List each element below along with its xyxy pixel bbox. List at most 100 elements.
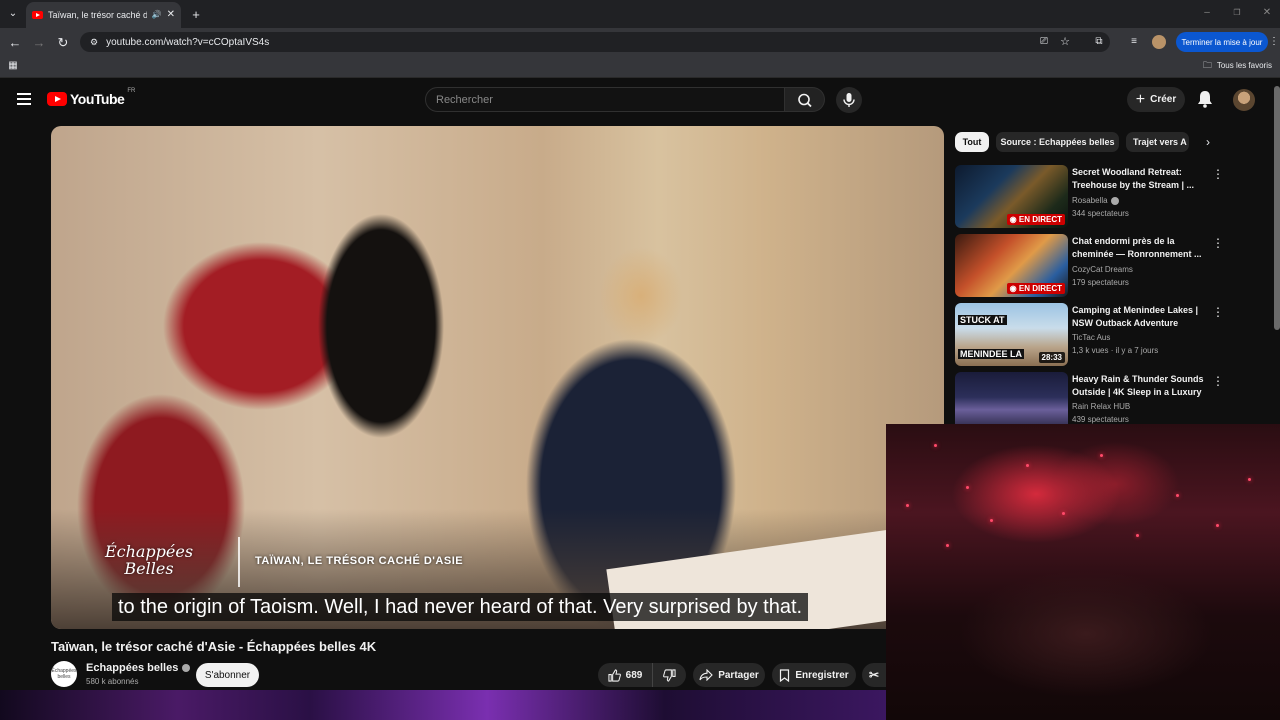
more-options-icon[interactable]: ⋮ bbox=[1212, 236, 1224, 250]
search-icon bbox=[798, 93, 812, 108]
recommendation-thumbnail[interactable]: STUCK AT MENINDEE LA 28:33 bbox=[955, 303, 1068, 366]
bookmark-star-icon[interactable]: ☆ bbox=[1059, 36, 1071, 48]
profile-avatar[interactable] bbox=[1152, 35, 1166, 49]
save-button[interactable]: Enregistrer bbox=[772, 663, 856, 687]
fairy-light bbox=[1026, 464, 1029, 467]
account-avatar[interactable] bbox=[1233, 89, 1255, 111]
notifications-bell-icon[interactable] bbox=[1196, 89, 1214, 109]
bookmarks-bar bbox=[0, 56, 1280, 78]
fairy-light bbox=[906, 504, 909, 507]
update-button[interactable]: Terminer la mise à jour bbox=[1176, 32, 1268, 52]
folder-icon: 🗀 bbox=[1202, 60, 1212, 70]
reading-list-icon[interactable]: ≡ bbox=[1128, 36, 1140, 48]
reload-icon[interactable]: ↻ bbox=[56, 35, 70, 49]
tab-close-icon[interactable]: ✕ bbox=[167, 10, 175, 20]
share-arrow-icon bbox=[699, 669, 713, 681]
show-logo: Échappées Belles bbox=[94, 543, 204, 579]
clip-button[interactable]: ✂ bbox=[862, 663, 886, 687]
browser-menu-icon[interactable]: ⋮ bbox=[1269, 36, 1279, 48]
all-bookmarks-folder[interactable]: 🗀 Tous les favoris bbox=[1202, 60, 1272, 71]
bookmark-icon bbox=[780, 668, 790, 682]
recommendation-meta: 344 spectateurs bbox=[1072, 209, 1129, 218]
search-field[interactable] bbox=[425, 87, 785, 112]
recommendation-channel[interactable]: CozyCat Dreams bbox=[1072, 265, 1133, 274]
window-close-icon[interactable]: ✕ bbox=[1262, 8, 1272, 18]
dislike-button[interactable] bbox=[653, 663, 686, 687]
apps-grid-icon[interactable]: ▦ bbox=[8, 61, 18, 71]
site-info-icon[interactable]: ⚙ bbox=[90, 37, 98, 47]
fairy-light bbox=[1248, 478, 1251, 481]
more-options-icon[interactable]: ⋮ bbox=[1212, 374, 1224, 388]
share-button[interactable]: Partager bbox=[693, 663, 765, 687]
recommendation-channel-label: Rain Relax HUB bbox=[1072, 402, 1131, 411]
fairy-light bbox=[990, 519, 993, 522]
chip-all[interactable]: Tout bbox=[955, 132, 989, 152]
new-tab-icon[interactable]: + bbox=[190, 8, 202, 21]
youtube-favicon-icon bbox=[32, 11, 43, 19]
live-badge: ◉ EN DIRECT bbox=[1006, 214, 1065, 225]
minimize-icon[interactable]: – bbox=[1202, 8, 1212, 18]
fairy-light bbox=[1062, 512, 1065, 515]
chevron-right-icon[interactable]: › bbox=[1200, 134, 1216, 150]
menu-icon[interactable] bbox=[17, 93, 31, 105]
live-badge-text: EN DIRECT bbox=[1018, 215, 1062, 224]
search-button[interactable] bbox=[785, 87, 825, 112]
recommendation-channel-label: Rosabella bbox=[1072, 196, 1108, 205]
chip-trajet[interactable]: Trajet vers A bbox=[1126, 132, 1189, 152]
like-count: 689 bbox=[625, 669, 643, 681]
recommendation-channel[interactable]: Rain Relax HUB bbox=[1072, 402, 1130, 411]
recommendation-title[interactable]: Chat endormi près de la cheminée — Ronro… bbox=[1072, 235, 1204, 261]
recommendation-thumbnail[interactable]: ◉ EN DIRECT bbox=[955, 234, 1068, 297]
recommendation-meta: 1,3 k vues · il y a 7 jours bbox=[1072, 346, 1159, 355]
verified-icon bbox=[182, 664, 191, 672]
verified-icon bbox=[1110, 196, 1119, 205]
install-app-icon[interactable]: ⎚ bbox=[1038, 36, 1050, 48]
fairy-light bbox=[934, 444, 937, 447]
recommendation-channel[interactable]: Rosabella bbox=[1072, 196, 1119, 205]
search-input[interactable] bbox=[436, 93, 784, 106]
thumbs-down-icon bbox=[663, 668, 676, 682]
recommendation-title[interactable]: Heavy Rain & Thunder Sounds Outside | 4K… bbox=[1072, 373, 1204, 399]
live-badge: ◉ EN DIRECT bbox=[1006, 283, 1065, 294]
channel-avatar[interactable]: Échappées belles bbox=[51, 661, 77, 687]
recommendation-title[interactable]: Camping at Menindee Lakes | NSW Outback … bbox=[1072, 304, 1204, 330]
tab-search-icon[interactable]: ⌄ bbox=[6, 7, 20, 21]
speaker-icon[interactable]: 🔊 bbox=[152, 11, 162, 19]
share-label: Partager bbox=[718, 669, 759, 681]
address-bar[interactable]: ⚙ youtube.com/watch?v=cCOptaIVS4s bbox=[80, 32, 1110, 52]
tab-title: Taïwan, le trésor caché d'Asie bbox=[48, 10, 147, 20]
webcam-overlay bbox=[886, 424, 1280, 720]
live-badge-text: EN DIRECT bbox=[1018, 284, 1062, 293]
page-scrollbar[interactable] bbox=[1274, 86, 1280, 330]
voice-search-button[interactable] bbox=[836, 87, 862, 113]
recommendation-meta: 439 spectateurs bbox=[1072, 415, 1129, 424]
save-label: Enregistrer bbox=[795, 669, 849, 681]
show-logo-line1: Échappées bbox=[104, 542, 194, 561]
forward-icon[interactable]: → bbox=[32, 35, 46, 49]
recommendation-channel-label: TicTac Aus bbox=[1072, 333, 1111, 342]
restore-icon[interactable]: ❐ bbox=[1232, 8, 1242, 18]
more-options-icon[interactable]: ⋮ bbox=[1212, 305, 1224, 319]
channel-name-label: Echappées belles bbox=[86, 662, 179, 674]
chip-source[interactable]: Source : Echappées belles bbox=[996, 132, 1119, 152]
more-options-icon[interactable]: ⋮ bbox=[1212, 167, 1224, 181]
subscribe-button[interactable]: S'abonner bbox=[196, 663, 259, 687]
recommendation-meta: 179 spectateurs bbox=[1072, 278, 1129, 287]
recommendation-channel-label: CozyCat Dreams bbox=[1072, 265, 1133, 274]
fairy-light bbox=[1100, 454, 1103, 457]
duration-badge: 28:33 bbox=[1038, 352, 1065, 363]
recommendation-channel[interactable]: TicTac Aus bbox=[1072, 333, 1110, 342]
fairy-light bbox=[1216, 524, 1219, 527]
youtube-logo[interactable]: YouTube FR bbox=[47, 88, 135, 107]
extensions-icon[interactable]: ⧉ bbox=[1093, 36, 1105, 48]
show-logo-line2: Belles bbox=[124, 559, 174, 578]
like-button[interactable]: 689 bbox=[598, 663, 653, 687]
recommendation-thumbnail[interactable]: ◉ EN DIRECT bbox=[955, 165, 1068, 228]
browser-tab[interactable]: Taïwan, le trésor caché d'Asie 🔊 ✕ bbox=[26, 2, 181, 28]
youtube-play-icon bbox=[47, 92, 67, 106]
fairy-light bbox=[1176, 494, 1179, 497]
create-button[interactable]: + Créer bbox=[1127, 87, 1185, 112]
back-icon[interactable]: ← bbox=[8, 35, 22, 49]
recommendation-title[interactable]: Secret Woodland Retreat: Treehouse by th… bbox=[1072, 166, 1204, 192]
channel-name[interactable]: Echappées belles bbox=[86, 662, 191, 674]
